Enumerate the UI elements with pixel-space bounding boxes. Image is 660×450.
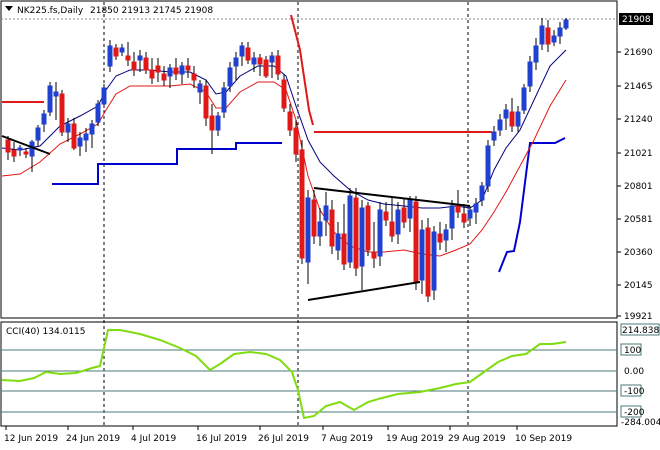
cci-pane xyxy=(0,321,618,427)
cci-level-label: -100 xyxy=(624,387,645,397)
price-tick-label: 21240 xyxy=(624,115,653,125)
symbol-label: NK225.fs,Daily xyxy=(17,6,84,16)
price-tick-label: 20145 xyxy=(624,281,653,291)
date-label: 16 Jul 2019 xyxy=(196,434,247,444)
candle xyxy=(281,74,287,112)
date-label: 4 Jul 2019 xyxy=(131,434,176,444)
candle xyxy=(59,90,65,136)
date-label: 29 Aug 2019 xyxy=(448,434,506,444)
cci-level-label: -200 xyxy=(624,408,645,418)
candle xyxy=(413,196,419,290)
date-label: 26 Jul 2019 xyxy=(258,434,309,444)
candle xyxy=(425,218,431,302)
cci-level-label: 100 xyxy=(624,346,641,356)
price-pane xyxy=(0,0,618,319)
candle xyxy=(101,84,107,108)
cci-level-label: 0.00 xyxy=(624,367,644,377)
date-label: 7 Aug 2019 xyxy=(321,434,373,444)
candle xyxy=(563,18,569,30)
price-tick-label: 21465 xyxy=(624,82,653,92)
cci-title: CCI(40) 134.0115 xyxy=(6,327,86,337)
last-price-value: 21908 xyxy=(622,15,651,25)
chart-window: NK225.fs,Daily 21850 21913 21745 21908 2… xyxy=(0,0,660,444)
date-label: 24 Jun 2019 xyxy=(66,434,120,444)
price-tick-label: 21021 xyxy=(624,149,653,159)
ohlc-label: 21850 21913 21745 21908 xyxy=(90,6,213,16)
date-label: 19 Aug 2019 xyxy=(386,434,444,444)
price-tick-label: 20581 xyxy=(624,215,653,225)
price-axis: 21690 21465 21240 21021 20801 20581 20360 20145… xyxy=(617,48,653,322)
price-tick-label: 19921 xyxy=(624,312,653,322)
candle xyxy=(485,140,491,192)
cci-top-tag: 214.8386 xyxy=(622,326,660,336)
candle xyxy=(95,100,101,126)
time-axis: 12 Jun 2019 24 Jun 2019 4 Jul 2019 16 Jul 2… xyxy=(4,426,572,444)
candle xyxy=(377,202,383,266)
cci-bottom-tag: -284.0044 xyxy=(621,418,660,428)
candle xyxy=(347,188,353,268)
price-tick-label: 21690 xyxy=(624,48,653,58)
candle xyxy=(353,188,359,276)
candle xyxy=(47,82,53,116)
candle xyxy=(365,202,371,256)
date-label: 10 Sep 2019 xyxy=(515,434,572,444)
candle xyxy=(431,226,437,300)
candle xyxy=(521,84,527,114)
date-label: 12 Jun 2019 xyxy=(4,434,58,444)
price-tick-label: 20360 xyxy=(624,248,653,258)
price-tick-label: 20801 xyxy=(624,182,653,192)
candle xyxy=(299,140,305,264)
